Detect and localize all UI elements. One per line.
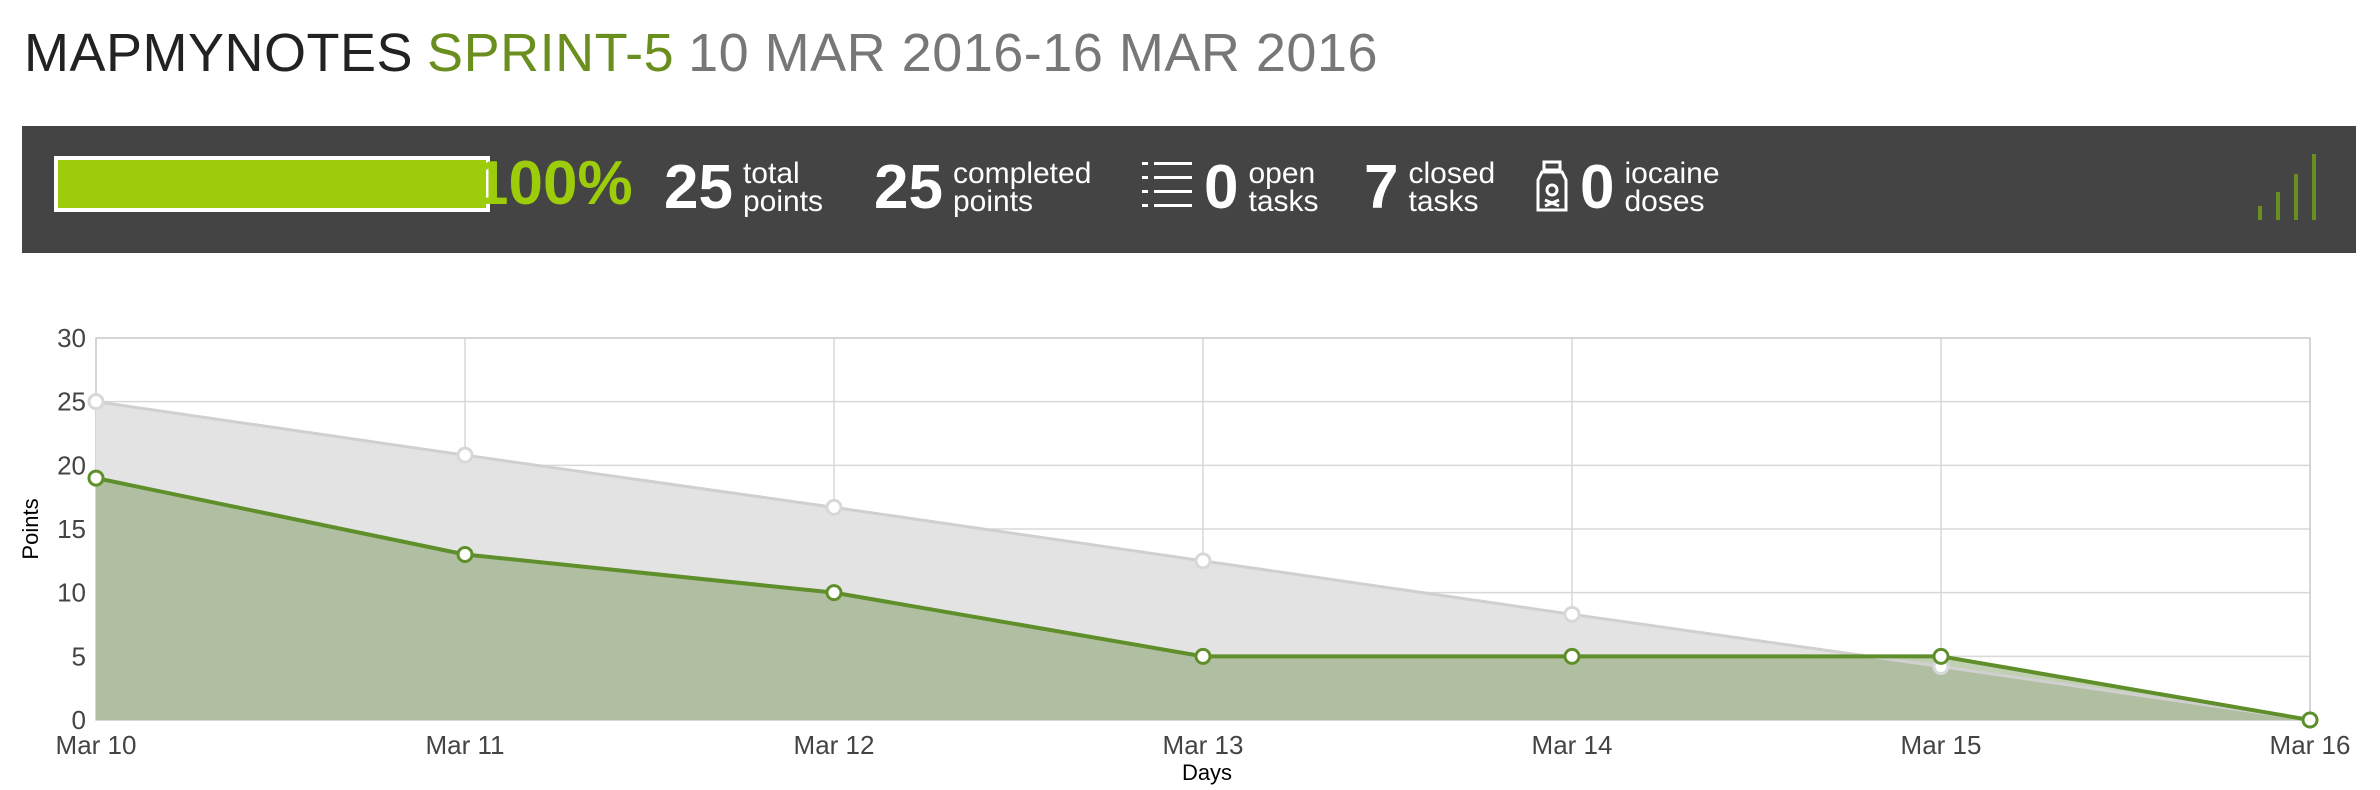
signal-bars-icon[interactable]	[2256, 154, 2326, 225]
iocaine-stat: 0 iocaine doses	[1534, 148, 1720, 228]
total-points-value: 25	[664, 153, 733, 222]
x-tick-label: Mar 11	[426, 730, 505, 760]
closed-tasks-label-2: tasks	[1408, 185, 1479, 218]
total-points-label-2: points	[742, 185, 824, 218]
point-ideal	[1563, 605, 1581, 623]
x-tick-labels: Mar 10 Mar 11 Mar 12 Mar 13 Mar 14 Mar 15 Mar …	[56, 730, 2351, 760]
point-ideal	[1194, 552, 1212, 570]
point-actual	[2301, 711, 2319, 729]
completed-points-value: 25	[874, 153, 943, 222]
point-actual	[825, 584, 843, 602]
x-tick-label: Mar 13	[1163, 730, 1244, 760]
burndown-chart: 051015202530 Mar 10 Mar 11 Mar 12 Mar 13 Mar…	[18, 323, 2351, 785]
iocaine-bottle-icon	[1534, 160, 1570, 219]
y-tick-label: 5	[72, 641, 86, 671]
progress-bar	[54, 156, 490, 212]
x-axis-label: Days	[1182, 760, 1232, 785]
point-actual	[1932, 647, 1950, 665]
x-tick-label: Mar 16	[2270, 730, 2351, 760]
project-name: MAPMYNOTES	[24, 23, 414, 83]
completed-points-label-2: points	[952, 185, 1034, 218]
x-tick-label: Mar 14	[1532, 730, 1613, 760]
x-tick-label: Mar 15	[1901, 730, 1982, 760]
point-ideal	[825, 498, 843, 516]
open-tasks-value: 0	[1204, 153, 1239, 222]
page-title: MAPMYNOTES SPRINT-5 10 MAR 2016-16 MAR 201…	[24, 22, 1378, 84]
iocaine-label-2: doses	[1624, 185, 1705, 218]
progress-percent: 100%	[474, 149, 633, 218]
point-ideal	[87, 393, 105, 411]
point-actual	[87, 469, 105, 487]
y-tick-label: 20	[57, 450, 86, 480]
point-actual	[1194, 647, 1212, 665]
point-ideal	[456, 446, 474, 464]
y-tick-label: 30	[57, 323, 86, 353]
open-tasks-stat: 0 open tasks	[1142, 148, 1319, 228]
closed-tasks-value: 7	[1364, 153, 1399, 222]
open-tasks-label-2: tasks	[1248, 185, 1319, 218]
y-tick-label: 25	[57, 387, 86, 417]
iocaine-value: 0	[1580, 153, 1615, 222]
total-points-stat: 25 total points	[664, 148, 823, 228]
sprint-dates: 10 MAR 2016-16 MAR 2016	[688, 23, 1378, 83]
closed-tasks-stat: 7 closed tasks	[1364, 148, 1495, 228]
y-axis-label: Points	[18, 498, 43, 559]
x-tick-label: Mar 10	[56, 730, 137, 760]
y-tick-labels: 051015202530	[57, 323, 86, 735]
point-actual	[1563, 647, 1581, 665]
task-list-icon	[1142, 160, 1194, 221]
progress-fill	[58, 160, 486, 208]
x-tick-label: Mar 12	[794, 730, 875, 760]
summary-bar: 100% 25 total points 25 completed points 0 op…	[22, 126, 2356, 253]
sprint-name: SPRINT-5	[427, 23, 675, 83]
point-actual	[456, 545, 474, 563]
completed-points-stat: 25 completed points	[874, 148, 1091, 228]
y-tick-label: 15	[57, 514, 86, 544]
y-tick-label: 10	[57, 578, 86, 608]
